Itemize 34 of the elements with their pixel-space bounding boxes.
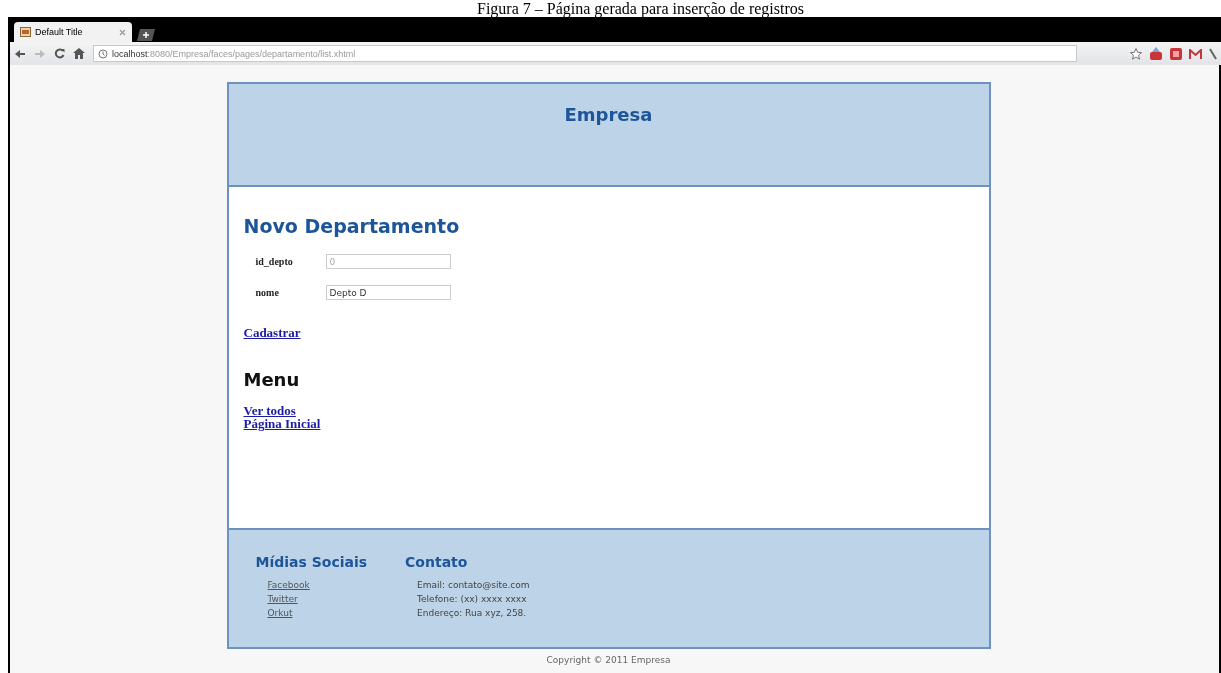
figure-caption: Figura 7 – Página gerada para inserção de registros [476, 0, 805, 17]
url-text: localhost:8080/Empresa/faces/pages/departamento/list.xhtml [112, 48, 356, 59]
reload-icon[interactable] [54, 48, 65, 59]
globe-icon [98, 48, 108, 59]
contact-text: Telefone: (xx) xxxx xxxx [416, 594, 528, 604]
extension-icon[interactable] [1170, 47, 1182, 60]
social-link[interactable]: Facebook [255, 580, 310, 590]
extension-icon[interactable] [1149, 47, 1163, 60]
site-title: Empresa [564, 104, 653, 127]
star-icon[interactable] [1130, 47, 1142, 60]
address-bar[interactable]: localhost:8080/Empresa/faces/pages/departamento/list.xhtml [93, 45, 1077, 62]
social-link[interactable]: Orkut [255, 608, 293, 618]
menu-link[interactable]: Ver todos [243, 404, 296, 417]
browser-tab[interactable]: Default Title [14, 22, 132, 42]
submit-link[interactable]: Cadastrar [243, 326, 301, 339]
contact-text: Endereço: Rua xyz, 258. [416, 608, 528, 618]
field-label: nome [254, 287, 280, 298]
social-link[interactable]: Twitter [255, 594, 298, 604]
page-icon [20, 27, 31, 37]
home-icon[interactable] [73, 48, 85, 59]
tab-title: Default Title [35, 27, 84, 37]
footer-heading: Contato [405, 554, 469, 570]
footer-heading: Mídias Sociais [255, 554, 368, 570]
contact-text: Email: contato@site.com [416, 580, 530, 590]
field-label: id_depto [254, 256, 294, 267]
input-field[interactable]: Depto D [325, 285, 451, 300]
menu-title: Menu [243, 369, 301, 390]
back-icon[interactable] [14, 48, 26, 59]
copyright-text: Copyright © 2011 Empresa [546, 655, 671, 665]
form-title: Novo Departamento [243, 215, 461, 237]
new-tab-icon[interactable] [134, 28, 156, 42]
close-icon[interactable] [119, 28, 126, 36]
menu-link[interactable]: Página Inicial [243, 417, 321, 430]
mail-icon[interactable] [1189, 48, 1202, 59]
